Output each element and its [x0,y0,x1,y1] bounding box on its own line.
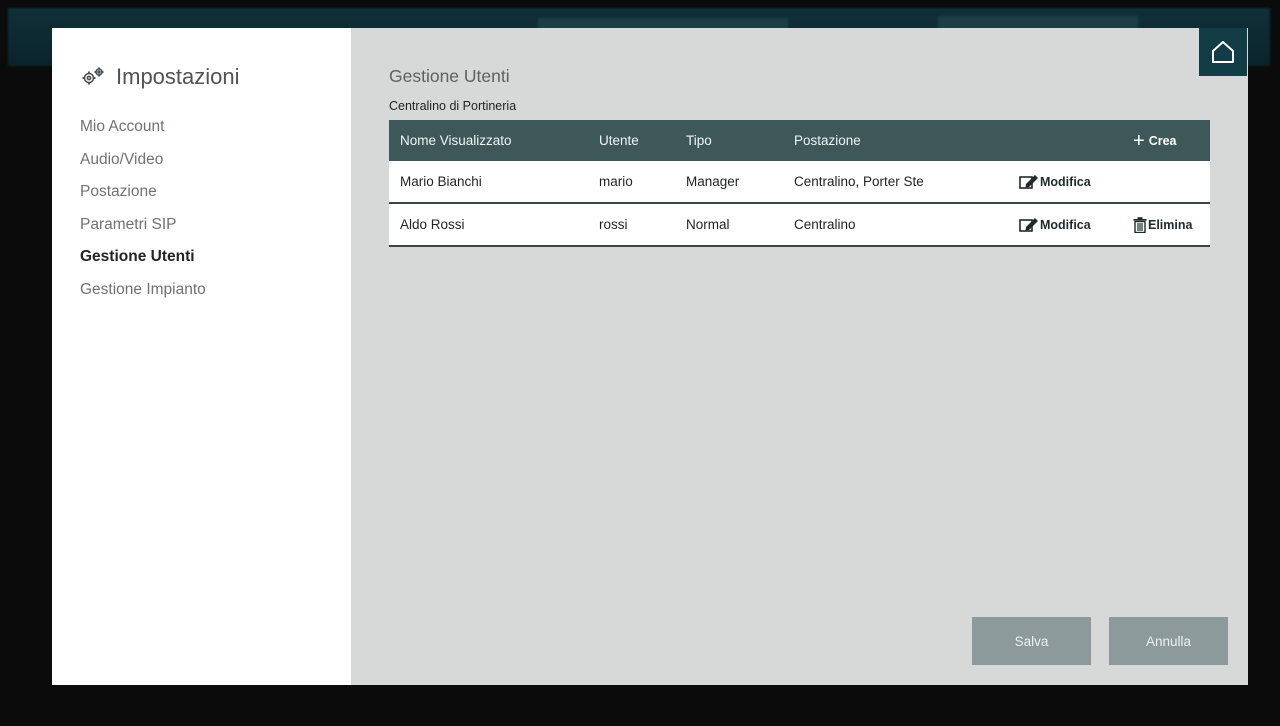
settings-dialog: Impostazioni Mio Account Audio/Video Pos… [52,28,1248,685]
save-button[interactable]: Salva [972,617,1091,665]
menu-item-gestione-impianto[interactable]: Gestione Impianto [80,279,206,312]
cell-station: Centralino, Porter Ste [794,174,924,189]
home-button[interactable] [1199,28,1247,76]
cell-type: Manager [686,174,740,189]
gear-icon [82,67,104,85]
menu-item-mio-account[interactable]: Mio Account [80,116,206,149]
table-row: Mario Bianchi mario Manager Centralino, … [389,161,1210,204]
settings-sidebar: Impostazioni Mio Account Audio/Video Pos… [52,28,351,685]
create-label: Crea [1148,133,1177,148]
col-header-station: Postazione [794,133,861,148]
cancel-button[interactable]: Annulla [1109,617,1228,665]
create-user-button[interactable]: + Crea [1133,129,1177,152]
main-content: Gestione Utenti Centralino di Portineria… [389,28,1219,685]
col-header-name: Nome Visualizzato [400,133,512,148]
col-header-user: Utente [599,133,639,148]
home-icon [1212,41,1234,63]
cell-name: Mario Bianchi [400,174,482,189]
menu-item-postazione[interactable]: Postazione [80,181,206,214]
cell-type: Normal [686,217,730,232]
settings-menu: Mio Account Audio/Video Postazione Param… [80,116,206,311]
menu-item-parametri-sip[interactable]: Parametri SIP [80,214,206,247]
menu-item-audio-video[interactable]: Audio/Video [80,149,206,182]
cell-user: mario [599,174,633,189]
plus-icon: + [1133,129,1145,152]
edit-icon [1019,174,1038,189]
trash-icon [1133,216,1147,233]
cell-name: Aldo Rossi [400,217,465,232]
users-table: Nome Visualizzato Utente Tipo Postazione… [389,120,1210,247]
table-row: Aldo Rossi rossi Normal Centralino Modif… [389,204,1210,247]
cell-user: rossi [599,217,628,232]
delete-button[interactable]: Elimina [1133,216,1193,233]
edit-button[interactable]: Modifica [1019,174,1091,190]
edit-label: Modifica [1040,217,1091,232]
cell-station: Centralino [794,217,856,232]
menu-item-gestione-utenti[interactable]: Gestione Utenti [80,246,206,279]
page-title: Gestione Utenti [389,66,510,86]
delete-label: Elimina [1148,217,1193,232]
settings-title-text: Impostazioni [116,64,240,89]
settings-title: Impostazioni [80,64,240,90]
table-header: Nome Visualizzato Utente Tipo Postazione… [389,120,1210,161]
edit-button[interactable]: Modifica [1019,217,1091,233]
section-label: Centralino di Portineria [389,99,517,113]
edit-icon [1019,217,1038,232]
col-header-type: Tipo [686,133,712,148]
edit-label: Modifica [1040,174,1091,189]
